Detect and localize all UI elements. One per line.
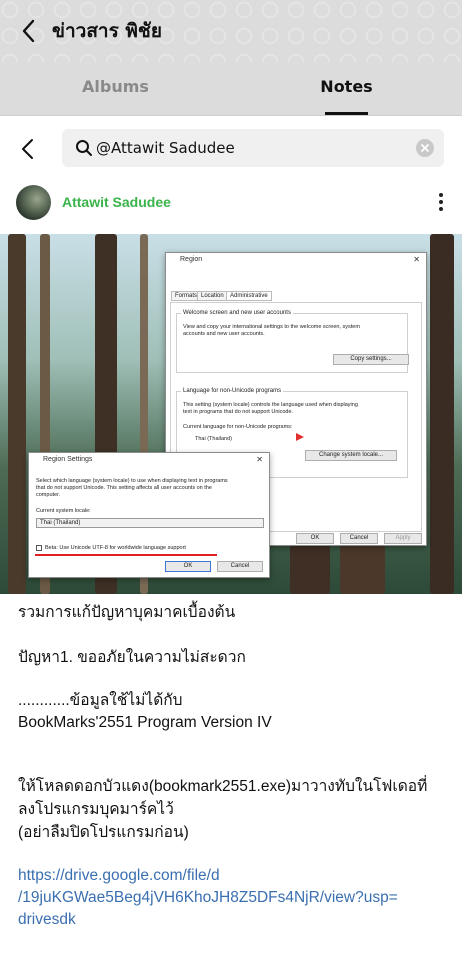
region-apply-button: Apply [384, 533, 422, 544]
active-tab-indicator [325, 112, 368, 115]
welcome-text-2: accounts and new user accounts. [183, 331, 265, 337]
current-language-value: Thai (Thailand) [195, 436, 232, 442]
tab-albums[interactable]: Albums [0, 62, 231, 116]
drive-link-line-1[interactable]: https://drive.google.com/file/d [18, 865, 220, 887]
post-image[interactable]: Region ✕ Formats Location Administrative… [0, 234, 462, 594]
unicode-group-title: Language for non-Unicode programs [181, 388, 284, 394]
region-window-title: Region [180, 256, 203, 263]
beta-checkbox [36, 545, 42, 551]
unicode-text-2: text in programs that do not support Uni… [183, 409, 294, 415]
note-line-2: ปัญหา1. ขออภัยในความไม่สะดวก [18, 649, 246, 666]
settings-text-1: Select which language (system locale) to… [36, 478, 228, 484]
more-options-icon[interactable] [438, 193, 444, 215]
region-tab-administrative: Administrative [226, 291, 272, 301]
search-icon [76, 140, 92, 156]
note-line-7: (อย่าลืมปิดโปรแกรมก่อน) [18, 824, 189, 841]
page-title: ข่าวสาร พิชัย [52, 20, 162, 42]
settings-dialog-title: Region Settings [43, 456, 93, 463]
avatar[interactable] [16, 185, 51, 220]
author-name[interactable]: Attawit Sadudee [62, 194, 171, 210]
clear-icon[interactable] [416, 139, 434, 157]
region-ok-button: OK [296, 533, 334, 544]
note-line-3: ............ข้อมูลใช้ไม่ได้กับ [18, 692, 183, 709]
settings-text-3: computer. [36, 492, 61, 498]
search-box[interactable] [62, 129, 444, 167]
locale-select: Thai (Thailand) [36, 518, 264, 528]
drive-link-line-2[interactable]: /19juKGWae5Beg4jVH6KhoJH8Z5DFs4NjR/view?… [18, 887, 398, 909]
post-author-row: Attawit Sadudee [0, 182, 462, 232]
search-input[interactable] [96, 129, 406, 167]
change-locale-button: Change system locale... [305, 450, 397, 461]
settings-text-2: that do not support Unicode. This settin… [36, 485, 212, 491]
close-icon: ✕ [413, 255, 420, 264]
search-row [0, 116, 462, 182]
red-arrow-icon [296, 433, 304, 441]
region-settings-dialog: Region Settings ✕ Select which language … [28, 452, 270, 578]
note-line-5: ให้โหลดดอกบัวแดง(bookmark2551.exe)มาวางท… [18, 778, 428, 795]
note-line-1: รวมการแก้ปัญหาบุคมาคเบื้องต้น [18, 604, 236, 621]
tab-bar: Albums Notes [0, 62, 462, 116]
arrow-left-icon[interactable] [18, 18, 42, 44]
close-icon: ✕ [256, 455, 263, 464]
welcome-group-title: Welcome screen and new user accounts [181, 310, 293, 316]
unicode-text-1: This setting (system locale) controls th… [183, 402, 358, 408]
red-underline [35, 554, 217, 556]
tab-notes[interactable]: Notes [231, 62, 462, 116]
note-line-6: ลงโปรแกรมบุคมาร์คไว้ [18, 801, 174, 818]
beta-label: Beta: Use Unicode UTF-8 for worldwide la… [45, 545, 186, 551]
welcome-text-1: View and copy your international setting… [183, 324, 360, 330]
settings-cancel-button: Cancel [217, 561, 263, 572]
drive-link-line-3[interactable]: drivesdk [18, 909, 76, 931]
note-line-4: BookMarks'2551 Program Version IV [18, 714, 272, 731]
region-cancel-button: Cancel [340, 533, 378, 544]
locale-label: Current system locale: [36, 508, 91, 514]
current-language-label: Current language for non-Unicode program… [183, 424, 293, 430]
copy-settings-button: Copy settings... [333, 354, 409, 365]
region-tab-location: Location [197, 291, 228, 301]
settings-ok-button: OK [165, 561, 211, 572]
top-bar: ข่าวสาร พิชัย [0, 0, 462, 62]
back-arrow-icon[interactable] [18, 137, 38, 161]
